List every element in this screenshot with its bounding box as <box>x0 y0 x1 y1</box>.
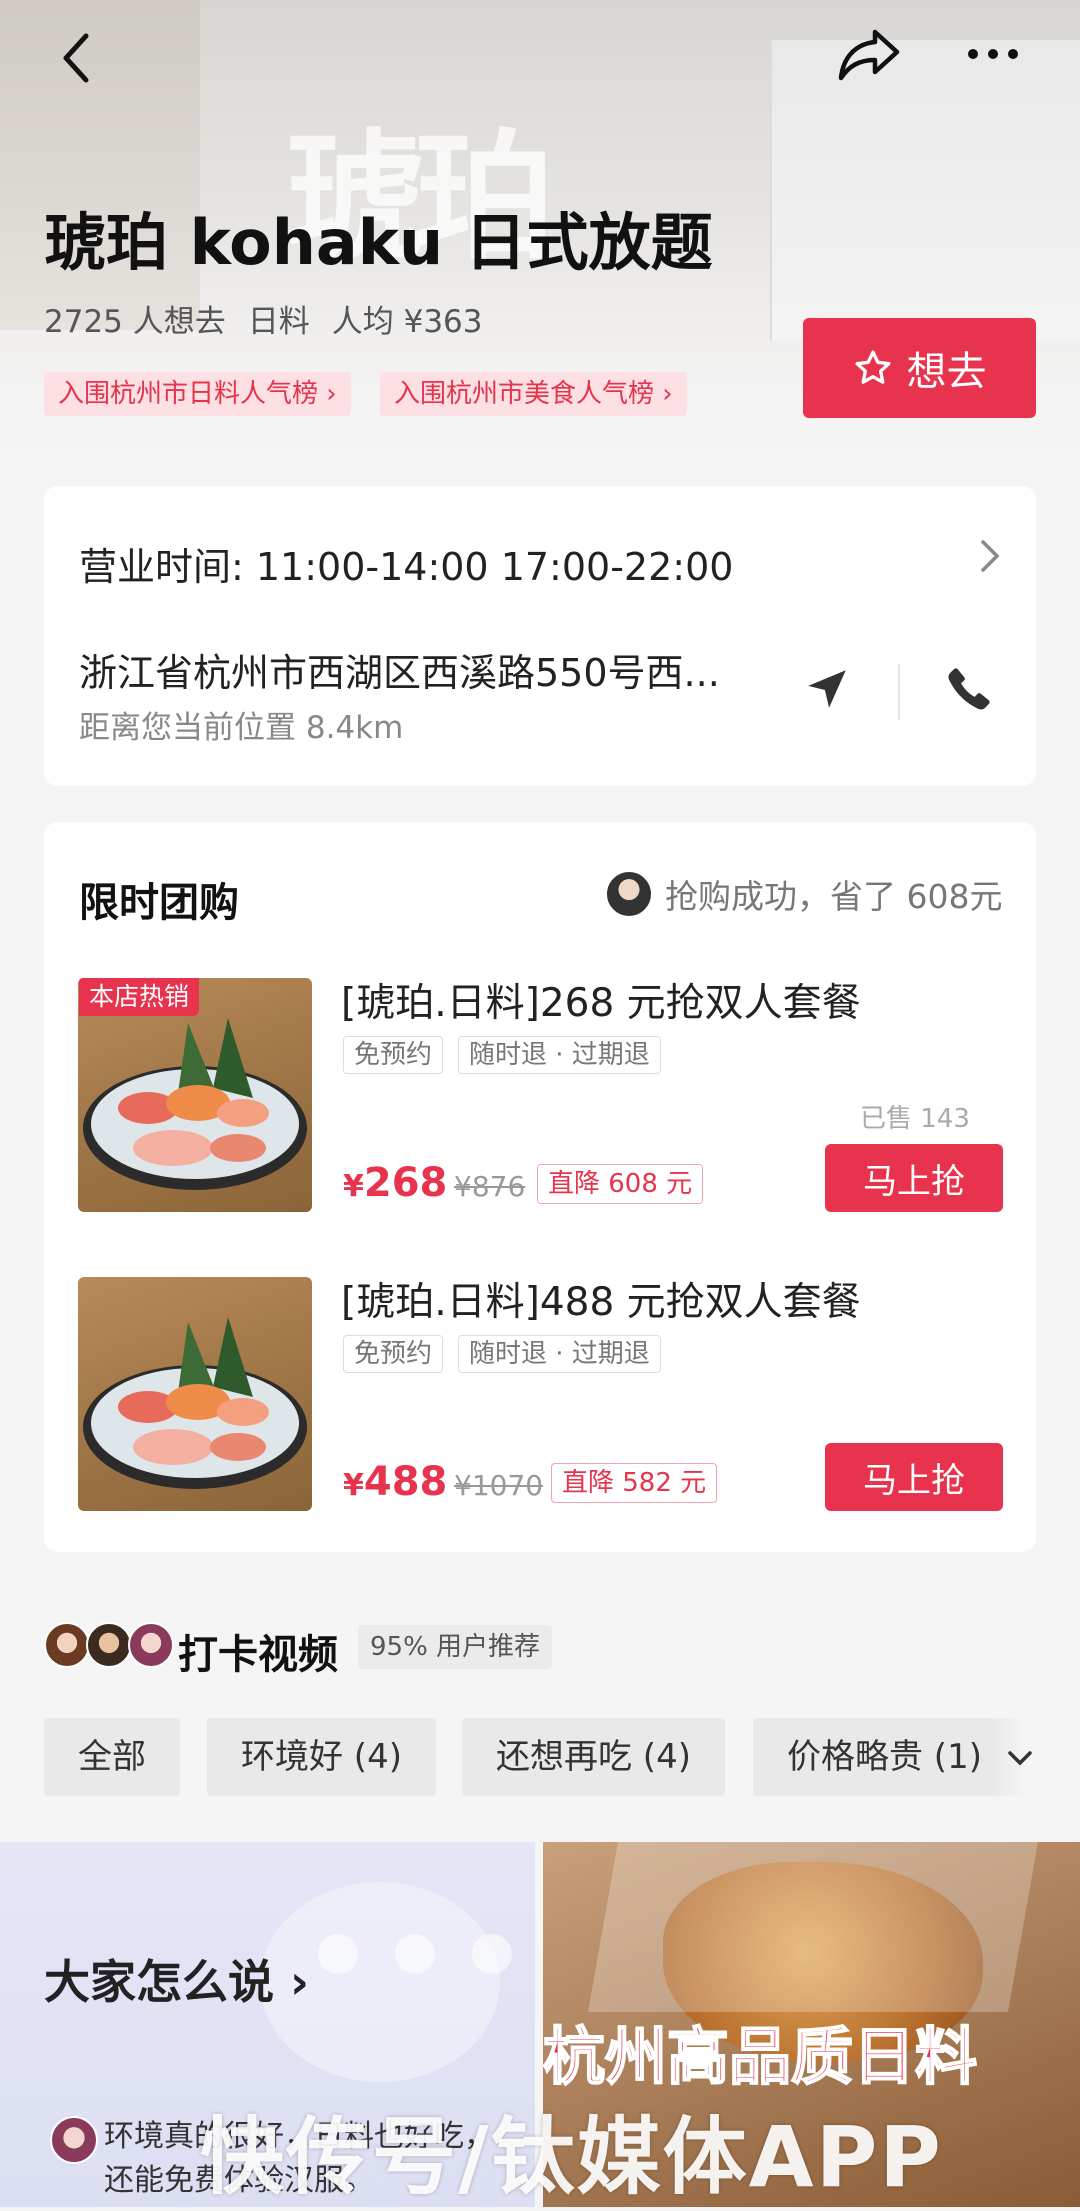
dot <box>395 1934 435 1974</box>
hot-seller-tag: 本店热销 <box>79 978 200 1016</box>
divider <box>898 664 900 720</box>
paper-decor <box>588 1842 1038 2012</box>
checkin-title: 打卡视频 <box>178 1632 338 1678</box>
deal-price-2: ¥488 <box>343 1459 448 1505</box>
want-button[interactable]: 想去 <box>803 318 1036 418</box>
deal-image-2[interactable] <box>78 1277 312 1511</box>
deal-tag-refund: 随时退 · 过期退 <box>458 1036 661 1074</box>
purchase-notice: 抢购成功，省了 608元 <box>605 870 1002 918</box>
deal-price-1: ¥268 <box>343 1160 448 1206</box>
share-icon[interactable] <box>830 22 910 86</box>
user-avatars <box>44 1622 174 1668</box>
store-address[interactable]: 浙江省杭州市西湖区西溪路550号西... <box>79 642 720 697</box>
back-icon[interactable] <box>44 26 108 90</box>
filter-eat-again[interactable]: 还想再吃 (4) <box>462 1718 725 1796</box>
deal-tag-no-reservation: 免预约 <box>343 1036 444 1074</box>
deal-discount-1: 直降 608 元 <box>537 1164 704 1204</box>
hero-photo-right <box>770 40 1080 340</box>
star-icon <box>855 350 890 384</box>
phone-icon[interactable] <box>944 664 994 718</box>
watermark: 快传号/钛媒体APP <box>200 2108 943 2206</box>
grab-button-1[interactable]: 马上抢 <box>825 1144 1003 1212</box>
dot <box>318 1934 358 1974</box>
avatar <box>86 1622 132 1668</box>
avatar <box>128 1622 174 1668</box>
category-label: 日料 <box>247 304 310 340</box>
what-people-say-title[interactable]: 大家怎么说 › <box>44 1946 309 2012</box>
chevron-right-icon[interactable] <box>978 536 1002 580</box>
deal-original-price-1: ¥876 <box>454 1170 526 1203</box>
chevron-down-icon[interactable] <box>1004 1742 1036 1778</box>
deal-discount-2: 直降 582 元 <box>551 1463 718 1503</box>
commenter-avatar <box>50 2116 98 2164</box>
avg-price: 人均 ¥363 <box>331 304 483 340</box>
dot <box>472 1934 512 1974</box>
avatar <box>44 1622 90 1668</box>
deal-original-price-2: ¥1070 <box>454 1469 544 1502</box>
deal-tag-no-reservation: 免预约 <box>343 1335 444 1373</box>
store-distance: 距离您当前位置 8.4km <box>79 710 404 746</box>
store-meta: 2725 人想去 日料 人均 ¥363 <box>44 296 505 341</box>
want-count: 2725 人想去 <box>44 304 226 340</box>
deal-name-1[interactable]: [琥珀.日料]268 元抢双人套餐 <box>341 972 861 1028</box>
filter-environment[interactable]: 环境好 (4) <box>207 1718 436 1796</box>
sold-count: 已售 143 <box>860 1104 970 1134</box>
deal-tag-refund: 随时退 · 过期退 <box>458 1335 661 1373</box>
deal-name-2[interactable]: [琥珀.日料]488 元抢双人套餐 <box>341 1271 861 1327</box>
business-hours[interactable]: 营业时间: 11:00-14:00 17:00-22:00 <box>79 536 733 591</box>
store-title: 琥珀 kohaku 日式放题 <box>44 206 713 279</box>
recommend-badge: 95% 用户推荐 <box>358 1625 553 1669</box>
rank-tag-japanese[interactable]: 入围杭州市日料人气榜 › <box>44 372 351 416</box>
video-overlay-text: 杭州高品质日料 <box>542 2019 978 2094</box>
more-icon[interactable] <box>958 22 1028 86</box>
want-button-label: 想去 <box>906 349 987 395</box>
grab-button-2[interactable]: 马上抢 <box>825 1443 1003 1511</box>
deals-section-title: 限时团购 <box>79 880 239 926</box>
buyer-avatar <box>605 870 653 918</box>
purchase-notice-text: 抢购成功，省了 608元 <box>665 877 1003 916</box>
rank-tag-food[interactable]: 入围杭州市美食人气榜 › <box>380 372 687 416</box>
navigate-icon[interactable] <box>802 664 852 718</box>
filter-all[interactable]: 全部 <box>44 1718 180 1796</box>
